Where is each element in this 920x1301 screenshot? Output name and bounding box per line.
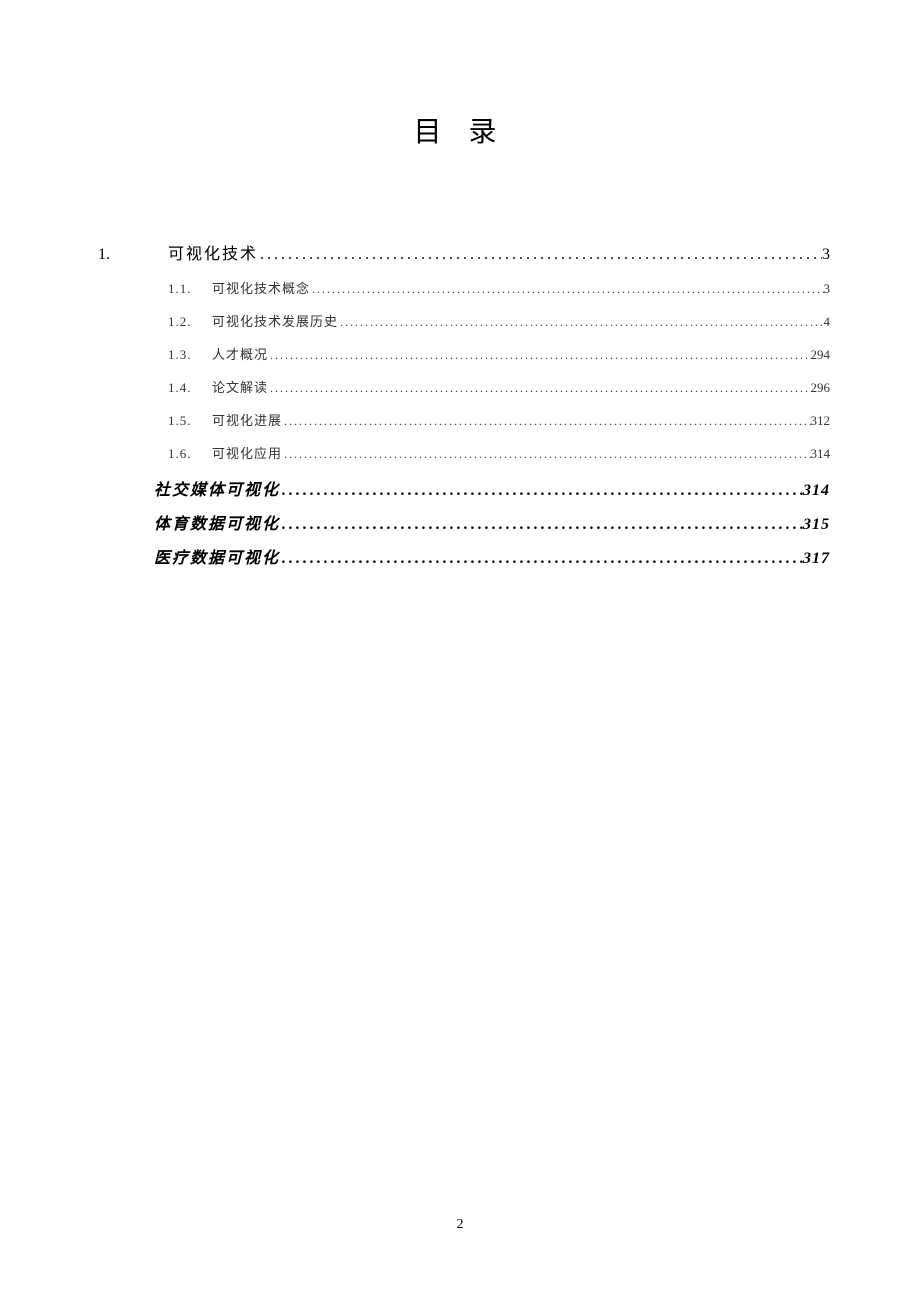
section-number: 1.4.	[168, 380, 212, 396]
section-page: 3	[824, 281, 831, 297]
section-page: 314	[811, 446, 831, 462]
leader-dots: ........................................…	[282, 447, 810, 462]
subsection-page: 315	[803, 516, 830, 534]
subsection-page: 314	[803, 482, 830, 500]
leader-dots: ........................................…	[268, 381, 810, 396]
toc-section[interactable]: 1.1. 可视化技术概念 ...........................…	[90, 278, 830, 297]
leader-dots: ........................................…	[310, 282, 823, 297]
subsection-label: 体育数据可视化	[154, 510, 280, 534]
section-page: 312	[811, 413, 831, 429]
section-page: 294	[811, 347, 831, 363]
toc-section[interactable]: 1.6. 可视化应用 .............................…	[90, 443, 830, 462]
leader-dots: ........................................…	[280, 482, 803, 500]
toc-title: 目 录	[90, 110, 830, 150]
section-label: 可视化应用	[212, 443, 282, 462]
toc-section[interactable]: 1.4. 论文解读 ..............................…	[90, 377, 830, 396]
page-number: 2	[0, 1217, 920, 1233]
leader-dots: ........................................…	[258, 246, 822, 264]
section-label: 可视化技术概念	[212, 278, 310, 297]
toc-subsection[interactable]: 体育数据可视化 ................................…	[90, 510, 830, 534]
leader-dots: ........................................…	[280, 550, 803, 568]
table-of-contents: 1. 可视化技术 ...............................…	[90, 240, 830, 568]
toc-section[interactable]: 1.5. 可视化进展 .............................…	[90, 410, 830, 429]
section-number: 1.6.	[168, 446, 212, 462]
chapter-number: 1.	[90, 246, 168, 264]
section-number: 1.5.	[168, 413, 212, 429]
subsection-label: 医疗数据可视化	[154, 544, 280, 568]
section-label: 论文解读	[212, 377, 268, 396]
subsection-label: 社交媒体可视化	[154, 476, 280, 500]
section-page: 4	[824, 314, 831, 330]
leader-dots: ........................................…	[268, 348, 810, 363]
chapter-page: 3	[822, 246, 830, 264]
toc-chapter[interactable]: 1. 可视化技术 ...............................…	[90, 240, 830, 264]
leader-dots: ........................................…	[280, 516, 803, 534]
section-page: 296	[811, 380, 831, 396]
toc-subsection[interactable]: 社交媒体可视化 ................................…	[90, 476, 830, 500]
toc-section[interactable]: 1.3. 人才概况 ..............................…	[90, 344, 830, 363]
chapter-label: 可视化技术	[168, 240, 258, 264]
section-label: 可视化进展	[212, 410, 282, 429]
toc-subsection[interactable]: 医疗数据可视化 ................................…	[90, 544, 830, 568]
section-number: 1.2.	[168, 314, 212, 330]
subsection-page: 317	[803, 550, 830, 568]
section-number: 1.3.	[168, 347, 212, 363]
leader-dots: ........................................…	[338, 315, 823, 330]
toc-section[interactable]: 1.2. 可视化技术发展历史 .........................…	[90, 311, 830, 330]
section-label: 可视化技术发展历史	[212, 311, 338, 330]
leader-dots: ........................................…	[282, 414, 810, 429]
section-label: 人才概况	[212, 344, 268, 363]
section-number: 1.1.	[168, 281, 212, 297]
